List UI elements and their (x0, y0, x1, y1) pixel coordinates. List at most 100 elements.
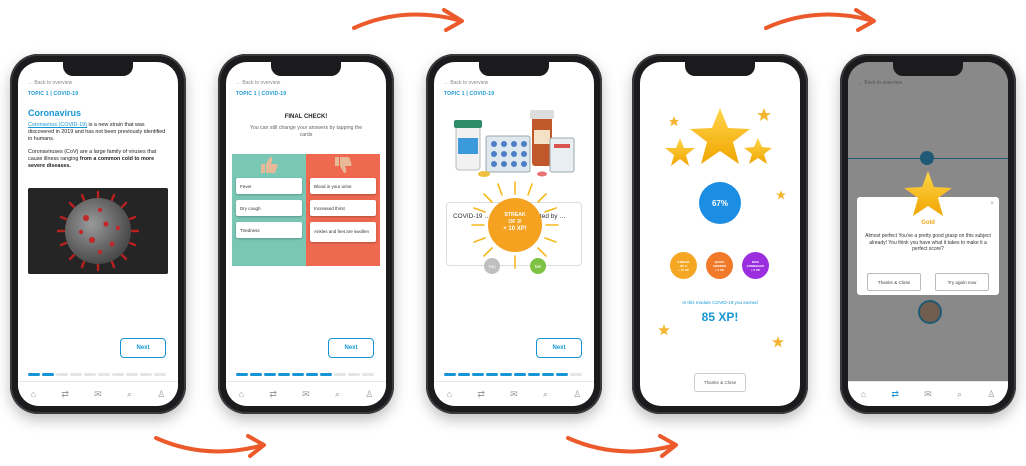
back-to-overview-link[interactable]: ← Back to overview (28, 80, 72, 86)
profile-icon[interactable]: ♙ (987, 389, 995, 399)
streak-text: STREAK OF 3! + 10 XP! (490, 212, 540, 233)
back-label: Back to overview (34, 80, 73, 86)
card-dry-cough[interactable]: Dry cough (236, 200, 302, 216)
home-icon[interactable]: ⌂ (447, 389, 452, 399)
modules-icon[interactable]: ⇄ (61, 389, 69, 399)
search-icon[interactable]: ⌕ (335, 389, 340, 399)
bottom-nav: ⌂ ⇄ ✉ ⌕ ♙ (848, 381, 1008, 406)
avatar-you: You (484, 258, 500, 274)
phone-notch (893, 62, 963, 76)
thumbs-up-icon (261, 157, 278, 173)
phone-notch (479, 62, 549, 76)
lesson-progress (444, 373, 582, 376)
phone-results: 67% STREAK OF 3 + 10 XP QUICK ANSWER + 5… (632, 54, 808, 414)
search-icon[interactable]: ⌕ (543, 389, 548, 399)
modules-icon[interactable]: ⇄ (477, 389, 485, 399)
bottom-nav: ⌂ ⇄ ✉ ⌕ ♙ (226, 381, 386, 406)
close-icon[interactable]: × (990, 201, 994, 207)
streak-xp: + 10 XP! (503, 226, 527, 232)
lesson-paragraph-1: Coronavirus (COVID-19) is a new strain t… (28, 122, 168, 143)
next-button[interactable]: Next (328, 338, 374, 358)
thanks-close-button[interactable]: Thanks & Close (867, 273, 921, 291)
card-fever[interactable]: Fever (236, 178, 302, 194)
lesson-paragraph-2: Coronaviruses (CoV) are a large family o… (28, 149, 168, 170)
card-blood-in-urine[interactable]: Blood in your urine (310, 178, 376, 194)
profile-icon[interactable]: ♙ (365, 389, 373, 399)
lesson-title: Coronavirus (28, 108, 82, 118)
medicines-illustration (454, 110, 575, 177)
earned-text: In this module COVID-19 you earned (682, 300, 758, 305)
phone-notch (685, 62, 755, 76)
badge-streak: STREAK OF 3 + 10 XP (670, 252, 697, 279)
badge-comeback-xp: + 5 XP (750, 267, 761, 272)
streak-line-2: OF 3! (508, 219, 522, 225)
badge-quick-xp: + 5 XP (714, 267, 725, 272)
phone-screen: ← Back to overview TOPIC 1 | COVID-19 Co… (18, 62, 178, 406)
phone-notch (271, 62, 341, 76)
modules-icon[interactable]: ⇄ (891, 389, 899, 399)
search-icon[interactable]: ⌕ (957, 389, 962, 399)
topic-label: TOPIC 1 | COVID-19 (444, 91, 495, 97)
covid-link[interactable]: Coronavirus (COVID-19) (28, 122, 87, 128)
phone-final-check: ← Back to overview TOPIC 1 | COVID-19 FI… (218, 54, 394, 414)
thanks-close-button[interactable]: Thanks & Close (694, 373, 746, 392)
phone-screen: ← Back to overview TOPIC 1 | COVID-19 FI… (226, 62, 386, 406)
card-swollen-feet[interactable]: Ankles and feet are swollen (310, 222, 376, 242)
final-check-subtitle: You can still change your answers by tap… (249, 125, 363, 138)
lesson-progress (236, 373, 374, 376)
phone-gold-modal: ← Back to overview ⌂ ⇄ ✉ ⌕ ♙ × Gold Almo… (840, 54, 1016, 414)
next-button[interactable]: Next (120, 338, 166, 358)
card-tiredness[interactable]: Tiredness (236, 222, 302, 238)
phone-screen: ← Back to overview ⌂ ⇄ ✉ ⌕ ♙ × Gold Almo… (848, 62, 1008, 406)
home-icon[interactable]: ⌂ (239, 389, 244, 399)
bottom-nav: ⌂ ⇄ ✉ ⌕ ♙ (434, 381, 594, 406)
phone-coronavirus-lesson: ← Back to overview TOPIC 1 | COVID-19 Co… (10, 54, 186, 414)
sorting-board: Fever Dry cough Tiredness Blood in your … (232, 154, 380, 266)
phone-quiz-streak: ← Back to overview TOPIC 1 | COVID-19 CO… (426, 54, 602, 414)
bottom-arrow-left (154, 434, 266, 458)
next-button[interactable]: Next (536, 338, 582, 358)
home-icon[interactable]: ⌂ (31, 389, 36, 399)
profile-icon[interactable]: ♙ (573, 389, 581, 399)
earned-xp: 85 XP! (701, 310, 739, 324)
back-label: Back to overview (450, 80, 489, 86)
badge-quick-answer: QUICK ANSWER + 5 XP (706, 252, 733, 279)
coronavirus-image (28, 188, 168, 274)
final-check-title: FINAL CHECK! (284, 114, 328, 120)
topic-label: TOPIC 1 | COVID-19 (28, 91, 79, 97)
phone-screen: ← Back to overview TOPIC 1 | COVID-19 CO… (434, 62, 594, 406)
streak-line-1: STREAK (504, 212, 526, 218)
mail-icon[interactable]: ✉ (510, 389, 518, 399)
card-increased-thirst[interactable]: Increased thirst (310, 200, 376, 216)
back-to-overview-link[interactable]: ← Back to overview (444, 80, 488, 86)
star-small-icon (776, 190, 786, 200)
stars-illustration (665, 108, 772, 166)
phone-screen: 67% STREAK OF 3 + 10 XP QUICK ANSWER + 5… (640, 62, 800, 406)
badge-nice-comeback: NICE COMEBACK + 5 XP (742, 252, 769, 279)
badge-streak-xp: + 10 XP (678, 267, 689, 272)
star-small-icon (658, 324, 670, 336)
thumbs-down-icon (335, 157, 352, 173)
mail-icon[interactable]: ✉ (924, 389, 932, 399)
symptoms-column: Fever Dry cough Tiredness (232, 154, 306, 266)
back-label: Back to overview (242, 80, 281, 86)
home-icon[interactable]: ⌂ (861, 389, 866, 399)
back-to-overview-link[interactable]: ← Back to overview (236, 80, 280, 86)
modal-message: Almost perfect You've a pretty good gras… (865, 233, 991, 253)
bottom-arrow-right (566, 434, 678, 458)
top-arrow-right (764, 8, 876, 32)
mail-icon[interactable]: ✉ (302, 389, 310, 399)
phone-notch (63, 62, 133, 76)
modal-title: Gold (921, 220, 935, 226)
profile-icon[interactable]: ♙ (157, 389, 165, 399)
gold-star-icon (904, 171, 952, 216)
not-symptoms-column: Blood in your urine Increased thirst Ank… (306, 154, 380, 266)
mail-icon[interactable]: ✉ (94, 389, 102, 399)
search-icon[interactable]: ⌕ (127, 389, 132, 399)
top-arrow-left (352, 8, 464, 32)
try-again-button[interactable]: Try again now (935, 273, 989, 291)
modules-icon[interactable]: ⇄ (269, 389, 277, 399)
lesson-progress (28, 373, 166, 376)
avatar-me: Me (530, 258, 546, 274)
topic-label: TOPIC 1 | COVID-19 (236, 91, 287, 97)
